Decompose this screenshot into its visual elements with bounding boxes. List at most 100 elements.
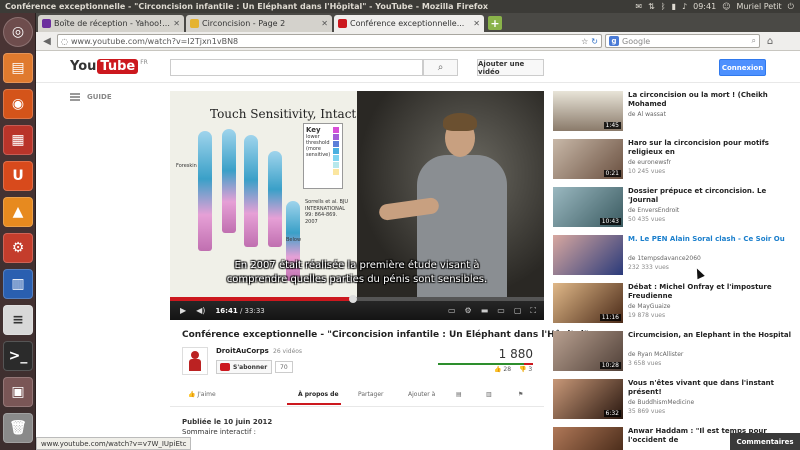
firefox-icon[interactable]: ◉ xyxy=(3,89,33,119)
close-icon[interactable]: ✕ xyxy=(473,19,480,28)
suggestion-title[interactable]: La circoncision ou la mort ! (Cheikh Moh… xyxy=(628,91,796,109)
watch-later-icon[interactable]: ▬ xyxy=(481,306,489,316)
tab-yahoo[interactable]: Boîte de réception - Yahoo!... ✕ xyxy=(38,15,184,32)
search-input[interactable]: Google xyxy=(622,37,749,46)
mail-icon[interactable]: ✉ xyxy=(635,2,642,11)
suggestion-title[interactable]: Dossier prépuce et circoncision. Le 'Jou… xyxy=(628,187,796,205)
volume-icon[interactable]: ◀) xyxy=(196,306,205,315)
flag-icon[interactable]: ⚑ xyxy=(518,391,523,398)
guide-button[interactable]: GUIDE xyxy=(70,93,112,101)
bluetooth-icon[interactable]: ᛒ xyxy=(661,2,666,11)
text-editor-icon[interactable]: ≡ xyxy=(3,305,33,335)
sign-in-button[interactable]: Connexion xyxy=(719,59,766,76)
suggestion-thumbnail[interactable]: 6:32 xyxy=(553,379,623,419)
youtube-logo[interactable]: You Tube FR xyxy=(70,59,148,74)
comments-button[interactable]: Commentaires xyxy=(730,433,800,450)
workspaces-icon[interactable]: ▣ xyxy=(3,377,33,407)
vlc-icon[interactable]: ▲ xyxy=(3,197,33,227)
suggestion-title[interactable]: Débat : Michel Onfray et l'imposture Fre… xyxy=(628,283,796,301)
dislike-count: 👎 3 xyxy=(519,366,533,373)
files-icon[interactable]: ▤ xyxy=(3,53,33,83)
battery-icon[interactable]: ▮ xyxy=(672,2,676,11)
suggestion-item[interactable]: 11:16 Débat : Michel Onfray et l'impostu… xyxy=(553,283,799,327)
channel-name[interactable]: DroitAuCorps xyxy=(216,347,269,355)
search-bar[interactable]: g Google ⌕ xyxy=(605,34,760,48)
theater-icon[interactable]: ▭ xyxy=(497,306,505,316)
suggestion-title[interactable]: Circumcision, an Elephant in the Hospita… xyxy=(628,331,796,340)
captions-icon[interactable]: ▭ xyxy=(448,306,456,316)
trash-icon[interactable]: 🗑 xyxy=(3,413,33,443)
yt-search-button[interactable]: ⌕ xyxy=(423,59,458,76)
url-text[interactable]: www.youtube.com/watch?v=I2Tjxn1vBN8 xyxy=(71,37,578,46)
suggestion-item[interactable]: M. Le PEN Alain Soral clash - Ce Soir Ou… xyxy=(553,235,799,279)
tab-circoncision[interactable]: Circoncision - Page 2 ✕ xyxy=(186,15,332,32)
like-button[interactable]: 👍 J'aime xyxy=(188,391,216,398)
suggestion-views: 10 245 vues xyxy=(628,168,666,175)
upload-button[interactable]: Ajouter une vidéo xyxy=(477,59,544,76)
settings-icon[interactable]: ⚙ xyxy=(465,306,472,316)
subscribe-label: S'abonner xyxy=(233,363,268,371)
tab-share[interactable]: Partager xyxy=(358,391,384,398)
url-bar[interactable]: ◌ www.youtube.com/watch?v=I2Tjxn1vBN8 ☆ … xyxy=(57,34,602,48)
close-icon[interactable]: ✕ xyxy=(173,19,180,28)
suggestion-item[interactable]: 10:28 Circumcision, an Elephant in the H… xyxy=(553,331,799,375)
close-icon[interactable]: ✕ xyxy=(321,19,328,28)
settings-icon[interactable]: ⚙ xyxy=(3,233,33,263)
user-name[interactable]: Muriel Petit xyxy=(737,2,782,11)
suggestion-thumbnail[interactable]: 10:43 xyxy=(553,187,623,227)
suggestion-title[interactable]: Vous n'êtes vivant que dans l'instant pr… xyxy=(628,379,796,397)
dislike-count-value: 3 xyxy=(528,366,533,373)
play-icon[interactable]: ▶ xyxy=(180,306,186,315)
network-icon[interactable]: ⇅ xyxy=(648,2,655,11)
suggestion-title[interactable]: Haro sur la circoncision pour motifs rel… xyxy=(628,139,796,157)
power-icon[interactable]: ⏻ xyxy=(788,2,794,12)
tab-add-to[interactable]: Ajouter à xyxy=(408,391,435,398)
office-icon[interactable]: ▦ xyxy=(3,125,33,155)
volume-icon[interactable]: ♪ xyxy=(682,2,687,11)
google-icon[interactable]: g xyxy=(609,36,619,46)
divider xyxy=(170,406,544,407)
terminal-icon[interactable]: >_ xyxy=(3,341,33,371)
suggestion-title[interactable]: M. Le PEN Alain Soral clash - Ce Soir Ou xyxy=(628,235,796,244)
progress-bar[interactable] xyxy=(170,295,544,303)
video-player[interactable]: Touch Sensitivity, Intact Foreskin Below… xyxy=(170,91,544,320)
guide-label: GUIDE xyxy=(87,93,112,101)
suggestion-item[interactable]: 1:45 La circoncision ou la mort ! (Cheik… xyxy=(553,91,799,135)
suggestion-item[interactable]: 6:32 Vous n'êtes vivant que dans l'insta… xyxy=(553,379,799,423)
channel-avatar[interactable] xyxy=(182,347,208,375)
launcher: ◎ ▤ ◉ ▦ U ▲ ⚙ ▥ ≡ >_ ▣ 🗑 xyxy=(0,13,36,450)
tab-about[interactable]: À propos de xyxy=(298,391,339,398)
globe-icon: ◌ xyxy=(61,36,68,46)
dash-icon[interactable]: ◎ xyxy=(3,17,33,47)
new-tab-button[interactable]: + xyxy=(488,16,502,30)
stats-icon[interactable]: ▥ xyxy=(486,391,492,398)
home-icon[interactable]: ⌂ xyxy=(763,34,777,48)
clock[interactable]: 09:41 xyxy=(693,2,716,11)
logo-locale: FR xyxy=(140,59,148,66)
suggestion-thumbnail[interactable]: 11:16 xyxy=(553,283,623,323)
suggestion-thumbnail[interactable]: 0:21 xyxy=(553,139,623,179)
suggestion-item[interactable]: 10:43 Dossier prépuce et circoncision. L… xyxy=(553,187,799,231)
diagram-shape xyxy=(244,135,258,247)
like-label: J'aime xyxy=(197,391,216,398)
suggestion-thumbnail[interactable] xyxy=(553,427,623,450)
yt-search-input[interactable] xyxy=(170,59,423,76)
progress-handle[interactable] xyxy=(349,295,358,303)
diagram-shape xyxy=(222,129,236,233)
fullscreen-icon[interactable]: ⛶ xyxy=(530,306,536,316)
reload-icon[interactable]: ↻ xyxy=(591,37,598,46)
suggestion-thumbnail[interactable] xyxy=(553,235,623,275)
suggestion-item[interactable]: 0:21 Haro sur la circoncision pour motif… xyxy=(553,139,799,183)
suggestion-thumbnail[interactable]: 1:45 xyxy=(553,91,623,131)
back-button[interactable]: ◀ xyxy=(40,34,54,48)
bookmark-star-icon[interactable]: ☆ xyxy=(581,37,588,46)
suggestion-thumbnail[interactable]: 10:28 xyxy=(553,331,623,371)
tab-youtube[interactable]: Conférence exceptionnelle... ✕ xyxy=(334,15,484,32)
search-icon[interactable]: ⌕ xyxy=(752,36,756,46)
dislike-fill xyxy=(523,363,533,365)
subscribe-button[interactable]: S'abonner xyxy=(216,360,272,374)
software-center-icon[interactable]: U xyxy=(3,161,33,191)
transcript-icon[interactable]: ▤ xyxy=(456,391,462,398)
popout-icon[interactable]: ▢ xyxy=(514,306,522,316)
writer-icon[interactable]: ▥ xyxy=(3,269,33,299)
